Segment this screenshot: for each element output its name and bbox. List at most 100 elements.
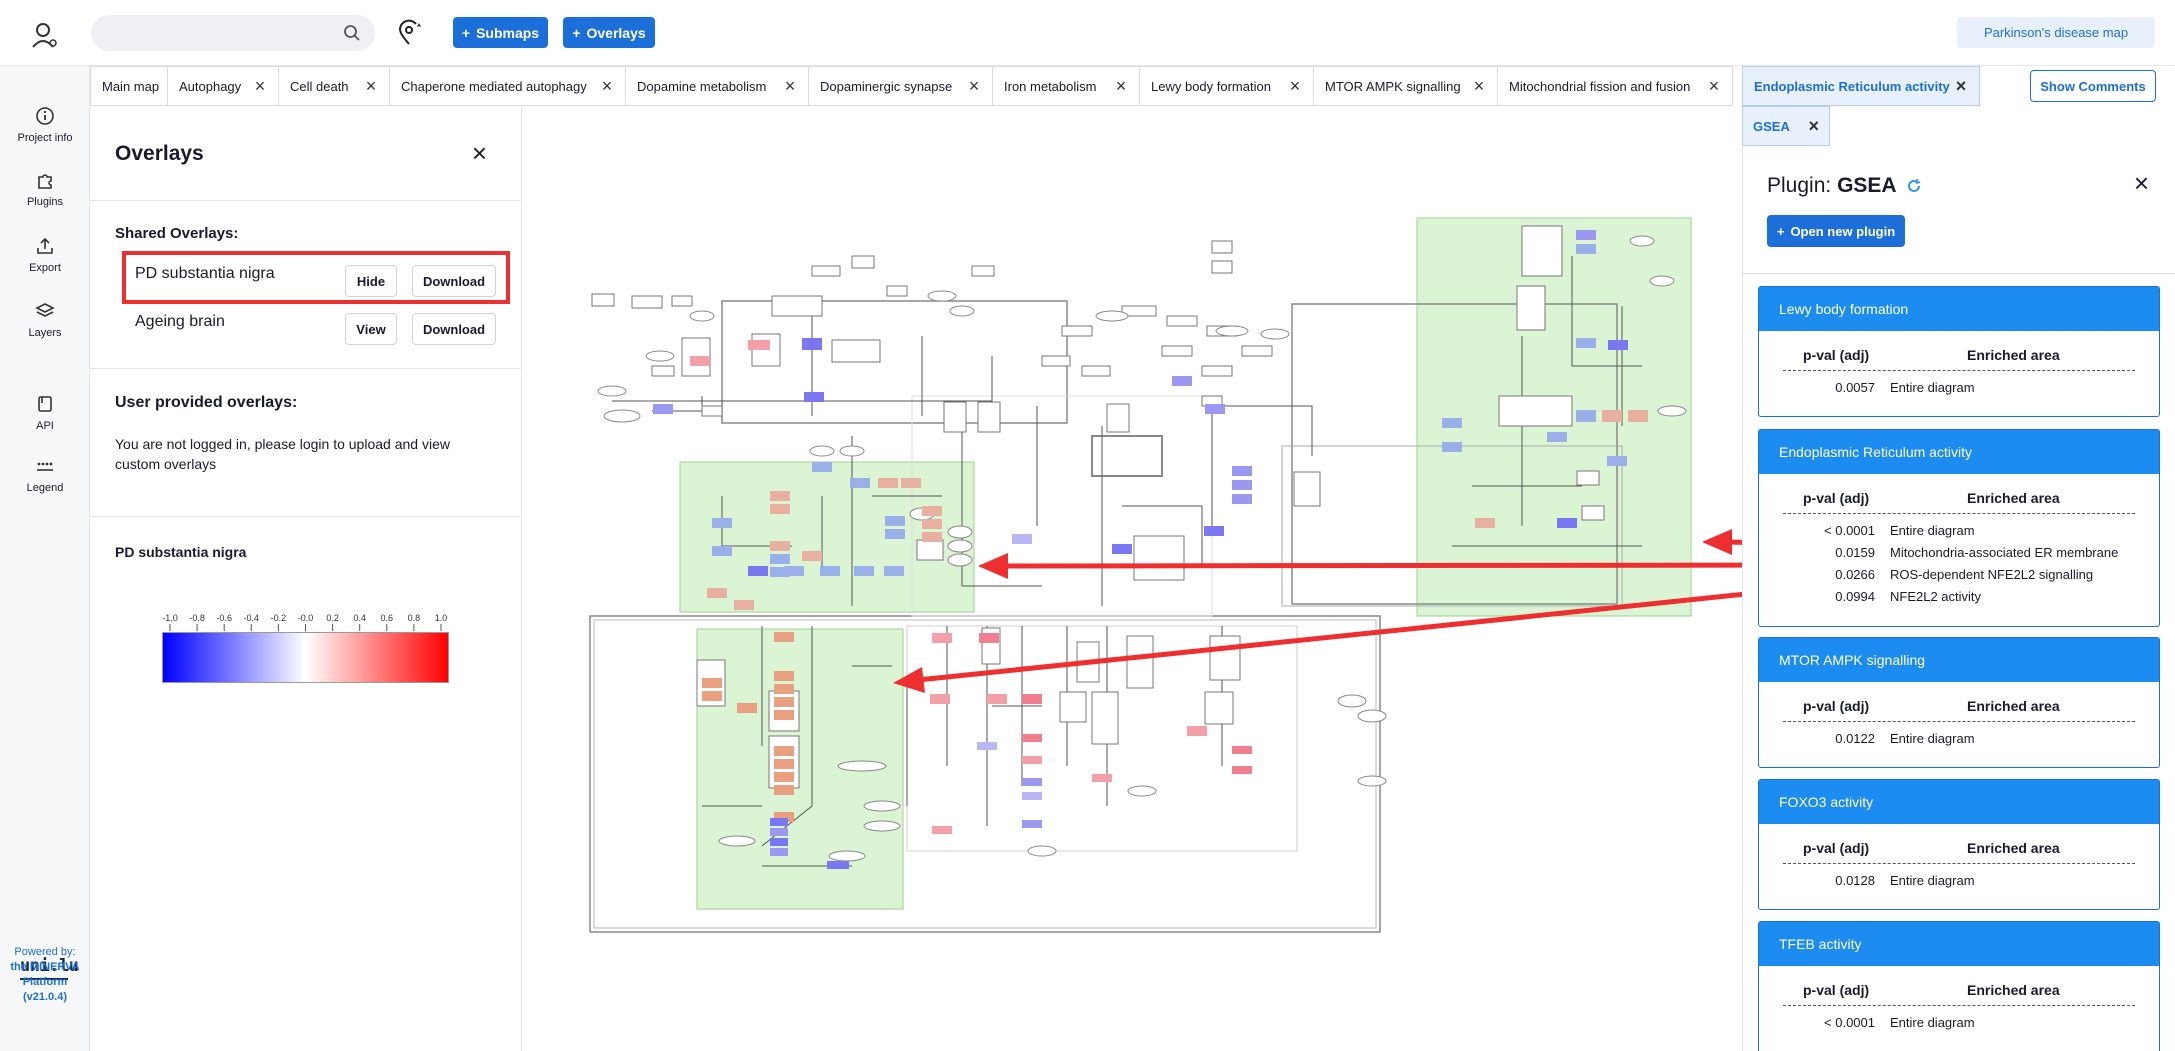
legend-tick-label: -0.2 bbox=[271, 613, 287, 623]
area-cell[interactable]: Entire diagram bbox=[1890, 731, 1975, 746]
nav-export[interactable]: Export bbox=[0, 236, 90, 274]
plugin-title: Plugin: GSEA bbox=[1767, 174, 1922, 198]
plus-icon: + bbox=[461, 24, 471, 41]
search-input[interactable] bbox=[91, 15, 375, 51]
download-button[interactable]: Download bbox=[412, 265, 496, 297]
open-new-plugin-button[interactable]: + Open new plugin bbox=[1767, 215, 1905, 247]
powered-line: the MINERVA bbox=[10, 961, 80, 973]
powered-line: Powered by: bbox=[14, 946, 76, 958]
tab-chaperone-mediated-autophagy[interactable]: Chaperone mediated autophagy × bbox=[389, 66, 626, 106]
location-pin-icon[interactable] bbox=[395, 19, 423, 47]
enrichment-card: MTOR AMPK signalling p-val (adj) Enriche… bbox=[1758, 637, 2160, 768]
divider bbox=[1783, 721, 2135, 722]
submaps-button[interactable]: + Submaps bbox=[453, 17, 548, 48]
plugin-title-name: GSEA bbox=[1837, 174, 1897, 197]
close-icon[interactable]: × bbox=[1953, 77, 1969, 95]
card-title[interactable]: MTOR AMPK signalling bbox=[1759, 638, 2159, 682]
pval-cell: 0.0128 bbox=[1835, 873, 1875, 888]
tab-dopaminergic-synapse[interactable]: Dopaminergic synapse × bbox=[808, 66, 993, 106]
card-title[interactable]: Endoplasmic Reticulum activity bbox=[1759, 430, 2159, 474]
tab-label: GSEA bbox=[1753, 118, 1790, 134]
nav-legend[interactable]: Legend bbox=[0, 460, 90, 494]
tab-dopamine-metabolism[interactable]: Dopamine metabolism × bbox=[625, 66, 809, 106]
close-icon[interactable]: × bbox=[782, 77, 798, 95]
tab-label: Chaperone mediated autophagy bbox=[401, 78, 587, 94]
close-icon[interactable]: × bbox=[1471, 77, 1487, 95]
card-title[interactable]: TFEB activity bbox=[1759, 922, 2159, 966]
close-icon[interactable]: × bbox=[472, 140, 487, 166]
divider bbox=[1783, 513, 2135, 514]
refresh-icon[interactable] bbox=[1906, 178, 1922, 194]
tab-label: Autophagy bbox=[179, 78, 242, 94]
enrichment-card: TFEB activity p-val (adj) Enriched area … bbox=[1758, 921, 2160, 1051]
divider bbox=[1783, 1005, 2135, 1006]
area-cell[interactable]: Entire diagram bbox=[1890, 380, 1975, 395]
tab-gsea[interactable]: GSEA × bbox=[1742, 106, 1830, 146]
tab-mtor-ampk-signalling[interactable]: MTOR AMPK signalling × bbox=[1313, 66, 1498, 106]
tab-iron-metabolism[interactable]: Iron metabolism × bbox=[992, 66, 1140, 106]
tab-main-map[interactable]: Main map bbox=[90, 66, 168, 106]
legend-tick-label: -0.0 bbox=[298, 613, 314, 623]
legend-tick-label: -0.6 bbox=[216, 613, 232, 623]
overlay-name: PD substantia nigra bbox=[135, 265, 275, 282]
tab-autophagy[interactable]: Autophagy × bbox=[167, 66, 279, 106]
close-icon[interactable]: × bbox=[363, 77, 379, 95]
legend-tick-labels: -1.0 -0.8 -0.6 -0.4 -0.2 -0.0 0.2 0.4 0.6 0.8 1.0 bbox=[162, 613, 447, 631]
legend-tick-label: 0.8 bbox=[408, 613, 421, 623]
close-icon[interactable]: × bbox=[1808, 117, 1819, 135]
pathway-diagram[interactable] bbox=[522, 106, 1819, 1051]
nav-layers[interactable]: Layers bbox=[0, 301, 90, 339]
legend-tick-label: -0.8 bbox=[189, 613, 205, 623]
card-title[interactable]: FOXO3 activity bbox=[1759, 780, 2159, 824]
user-icon[interactable] bbox=[30, 20, 60, 50]
tab-cell-death[interactable]: Cell death × bbox=[278, 66, 390, 106]
area-cell[interactable]: ROS-dependent NFE2L2 signalling bbox=[1890, 567, 2093, 582]
area-cell[interactable]: Entire diagram bbox=[1890, 523, 1975, 538]
plugin-title-prefix: Plugin: bbox=[1767, 174, 1832, 197]
overlays-panel: Overlays × Shared Overlays: PD substanti… bbox=[90, 106, 522, 1051]
project-name-button[interactable]: Parkinson's disease map bbox=[1957, 17, 2155, 48]
hide-button[interactable]: Hide bbox=[345, 265, 397, 297]
search-icon[interactable] bbox=[343, 24, 361, 42]
tab-label: Dopamine metabolism bbox=[637, 78, 767, 94]
tab-mitochondrial-fission-fusion[interactable]: Mitochondrial fission and fusion × bbox=[1497, 66, 1733, 106]
close-icon[interactable]: × bbox=[599, 77, 615, 95]
nav-api[interactable]: API bbox=[0, 394, 90, 432]
info-icon bbox=[36, 107, 54, 125]
plus-icon: + bbox=[1776, 223, 1785, 239]
powered-line: Platform bbox=[22, 976, 68, 988]
pval-cell: 0.0159 bbox=[1835, 545, 1875, 560]
powered-by[interactable]: Powered by: the MINERVA Platform (v21.0.… bbox=[0, 945, 90, 1005]
submaps-label: Submaps bbox=[476, 24, 540, 41]
nav-plugins[interactable]: Plugins bbox=[0, 170, 90, 208]
download-button[interactable]: Download bbox=[412, 313, 496, 345]
enrichment-card: FOXO3 activity p-val (adj) Enriched area… bbox=[1758, 779, 2160, 910]
color-legend-bar bbox=[162, 632, 449, 683]
overlays-button[interactable]: + Overlays bbox=[563, 17, 655, 48]
nav-label: Layers bbox=[28, 327, 62, 339]
legend-tick-label: -1.0 bbox=[162, 613, 178, 623]
close-icon[interactable]: × bbox=[252, 77, 268, 95]
close-icon[interactable]: × bbox=[1706, 77, 1722, 95]
view-button[interactable]: View bbox=[345, 313, 397, 345]
nav-label: Export bbox=[29, 262, 61, 274]
close-icon[interactable]: × bbox=[2134, 170, 2149, 196]
area-cell[interactable]: Entire diagram bbox=[1890, 1015, 1975, 1030]
close-icon[interactable]: × bbox=[1113, 77, 1129, 95]
tab-label: Iron metabolism bbox=[1004, 78, 1097, 94]
area-cell[interactable]: Mitochondria-associated ER membrane bbox=[1890, 545, 2118, 560]
open-new-plugin-label: Open new plugin bbox=[1790, 223, 1896, 239]
area-cell[interactable]: Entire diagram bbox=[1890, 873, 1975, 888]
tab-label: Endoplasmic Reticulum activity bbox=[1754, 78, 1950, 94]
tab-endoplasmic-reticulum-activity[interactable]: Endoplasmic Reticulum activity × bbox=[1742, 66, 1980, 106]
close-icon[interactable]: × bbox=[1287, 77, 1303, 95]
show-comments-button[interactable]: Show Comments bbox=[2030, 70, 2156, 102]
tab-lewy-body-formation[interactable]: Lewy body formation × bbox=[1139, 66, 1314, 106]
close-icon[interactable]: × bbox=[966, 77, 982, 95]
map-canvas[interactable] bbox=[522, 106, 1819, 1051]
card-title[interactable]: Lewy body formation bbox=[1759, 287, 2159, 331]
plugin-results-scroll[interactable]: Lewy body formation p-val (adj) Enriched… bbox=[1743, 273, 2175, 1051]
area-cell[interactable]: NFE2L2 activity bbox=[1890, 589, 1981, 604]
nav-project-info[interactable]: Project info bbox=[0, 106, 90, 144]
plus-icon: + bbox=[572, 24, 581, 41]
